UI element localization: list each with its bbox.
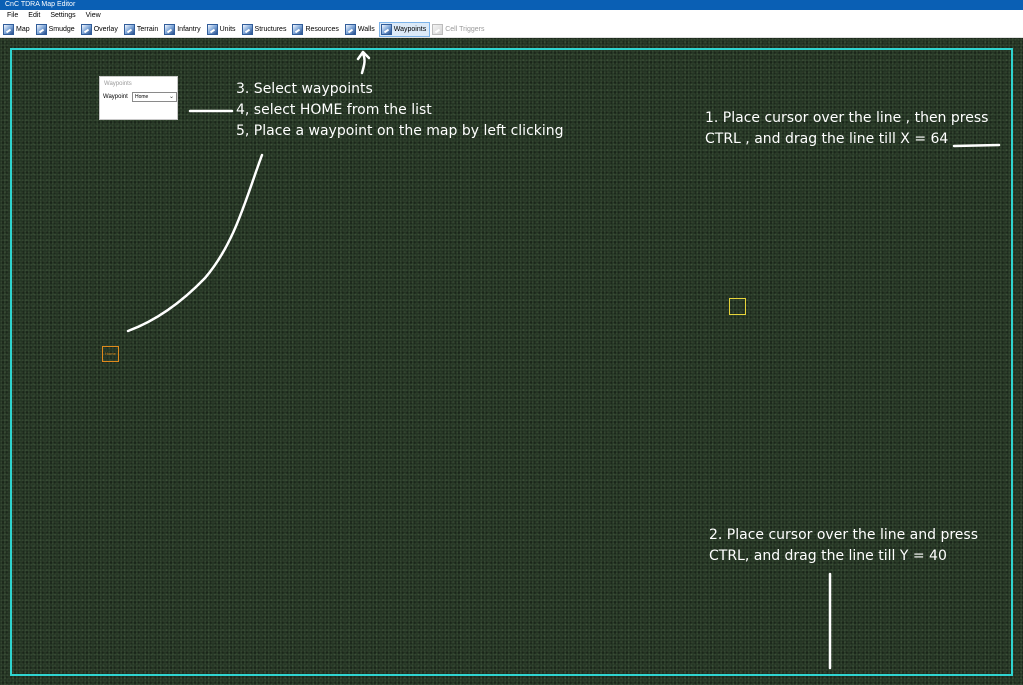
waypoint-row: Waypoint Home ⌄	[100, 92, 177, 102]
map-icon	[3, 23, 14, 35]
infantry-icon	[164, 23, 176, 35]
cell-triggers-icon	[432, 23, 444, 35]
menu-edit[interactable]: Edit	[23, 10, 45, 21]
infantry-tool-button[interactable]: Infantry	[162, 22, 204, 37]
map-canvas[interactable]: Waypoints Waypoint Home ⌄ 3. Select wayp…	[0, 38, 1023, 685]
annotation-step1-line1: 1. Place cursor over the line , then pre…	[705, 110, 989, 126]
window-title: CnC TDRA Map Editor	[5, 1, 76, 8]
units-tool-label: Units	[219, 25, 236, 33]
terrain-tool-label: Terrain	[136, 25, 159, 33]
overlay-icon	[80, 23, 92, 35]
annotation-step2-line1: 2. Place cursor over the line and press	[709, 527, 979, 543]
structures-tool-button[interactable]: Structures	[240, 22, 291, 37]
waypoints-icon	[380, 23, 392, 35]
annotation-step4: 4, select HOME from the list	[236, 102, 432, 118]
toolbar: Map Smudge Overlay Terrain Infantry Unit…	[0, 21, 1023, 38]
overlay-tool-button[interactable]: Overlay	[79, 22, 122, 37]
map-tool-label: Map	[16, 25, 30, 33]
walls-tool-label: Walls	[357, 25, 375, 33]
annotation-step2-line2: CTRL, and drag the line till Y = 40	[709, 548, 947, 564]
waypoints-panel-title: Waypoints	[104, 81, 132, 87]
walls-icon	[344, 23, 356, 35]
resources-tool-label: Resources	[305, 25, 339, 33]
smudge-tool-label: Smudge	[48, 25, 75, 33]
cell-cursor-box	[729, 298, 746, 315]
chevron-down-icon: ⌄	[168, 94, 174, 100]
walls-tool-button[interactable]: Walls	[343, 22, 379, 37]
menu-file[interactable]: File	[2, 10, 23, 21]
resources-icon	[292, 23, 304, 35]
home-waypoint-marker[interactable]: Home	[102, 346, 119, 362]
terrain-icon	[123, 23, 135, 35]
annotation-step1-line2: CTRL , and drag the line till X = 64	[705, 131, 949, 147]
window-titlebar: CnC TDRA Map Editor	[0, 0, 1023, 10]
waypoints-tool-button[interactable]: Waypoints	[378, 21, 431, 37]
structures-icon	[241, 23, 253, 35]
menu-bar: File Edit Settings View	[0, 10, 1023, 21]
smudge-tool-button[interactable]: Smudge	[34, 22, 79, 37]
overlay-tool-label: Overlay	[93, 25, 118, 33]
resources-tool-button[interactable]: Resources	[290, 22, 342, 37]
smudge-icon	[35, 23, 47, 35]
waypoint-select[interactable]: Home ⌄	[132, 92, 177, 102]
waypoint-field-label: Waypoint	[103, 94, 128, 100]
waypoints-panel: Waypoints Waypoint Home ⌄	[99, 76, 178, 120]
waypoints-tool-label: Waypoints	[393, 25, 427, 33]
map-tool-button[interactable]: Map	[1, 22, 34, 37]
waypoint-selected-value: Home	[135, 94, 149, 100]
annotation-step5: 5, Place a waypoint on the map by left c…	[236, 123, 564, 139]
cell-triggers-tool-button[interactable]: Cell Triggers	[430, 22, 488, 37]
units-tool-button[interactable]: Units	[205, 22, 240, 37]
terrain-tool-button[interactable]: Terrain	[122, 22, 162, 37]
annotation-step3: 3. Select waypoints	[236, 81, 373, 97]
structures-tool-label: Structures	[254, 25, 287, 33]
cell-triggers-tool-label: Cell Triggers	[445, 25, 485, 33]
infantry-tool-label: Infantry	[177, 25, 201, 33]
home-waypoint-label: Home	[105, 351, 116, 356]
units-icon	[206, 23, 218, 35]
menu-settings[interactable]: Settings	[45, 10, 80, 21]
menu-view[interactable]: View	[81, 10, 106, 21]
